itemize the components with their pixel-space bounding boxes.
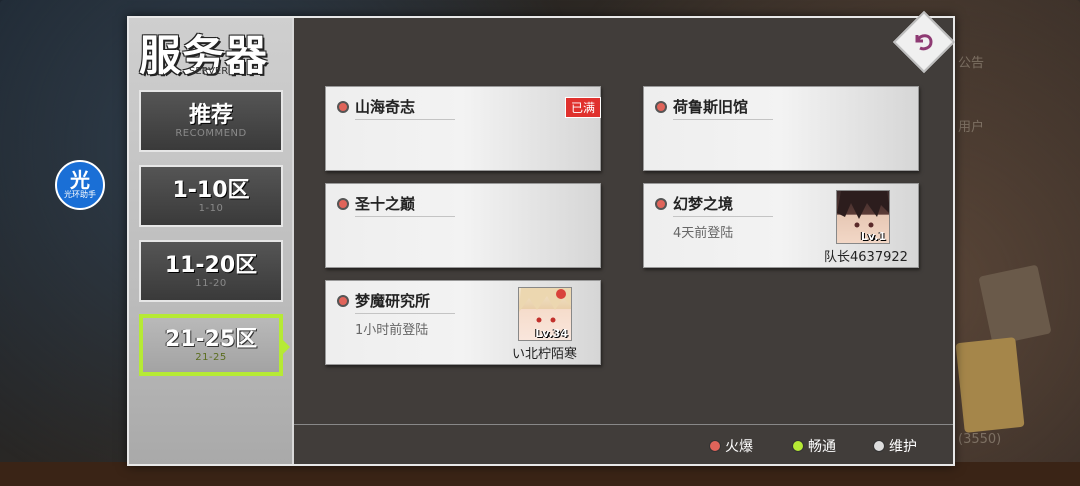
- name-underline: [355, 216, 455, 217]
- server-card-mengmo[interactable]: 梦魔研究所 1小时前登陆 Lv.34 い北柠陌寒: [325, 280, 601, 365]
- assistant-icon-label: 光环助手: [64, 190, 96, 199]
- tab-sublabel: 1-10: [198, 203, 224, 214]
- legend-dot: [792, 440, 804, 452]
- status-dot-hot: [655, 101, 667, 113]
- player-level: Lv.1: [860, 230, 886, 243]
- assistant-float-button[interactable]: 光 光环助手: [55, 160, 105, 210]
- status-dot-hot: [655, 198, 667, 210]
- player-name: 队长4637922: [824, 250, 908, 265]
- active-tab-pointer: [282, 339, 290, 355]
- tab-label: 1-10区: [172, 178, 250, 203]
- legend-label: 火爆: [725, 439, 753, 455]
- tab-zone-21-25[interactable]: 21-25区 21-25: [139, 314, 283, 376]
- name-underline: [355, 313, 455, 314]
- server-card-horus[interactable]: 荷鲁斯旧馆: [643, 86, 919, 171]
- server-name: 圣十之巅: [355, 195, 416, 213]
- server-card-shanhai[interactable]: 山海奇志 已满: [325, 86, 601, 171]
- legend-dot: [709, 440, 721, 452]
- player-name: い北柠陌寒: [512, 347, 578, 362]
- name-underline: [673, 119, 773, 120]
- name-underline: [355, 119, 455, 120]
- last-login-text: 4天前登陆: [673, 226, 734, 241]
- server-sidebar: 服务器 SERVER 推荐 RECOMMEND 1-10区 1-10 11-20…: [129, 18, 294, 464]
- server-name: 梦魔研究所: [355, 292, 431, 310]
- server-card-shengshi[interactable]: 圣十之巅: [325, 183, 601, 268]
- assistant-icon-glyph: 光: [70, 168, 90, 192]
- full-badge: 已满: [564, 97, 601, 118]
- tab-sublabel: 11-20: [195, 278, 227, 289]
- tab-zone-11-20[interactable]: 11-20区 11-20: [139, 240, 283, 302]
- status-dot-hot: [337, 101, 349, 113]
- status-dot-hot: [337, 295, 349, 307]
- background-card: [955, 337, 1025, 433]
- server-card-huanmeng[interactable]: 幻梦之境 4天前登陆 Lv.1 队长4637922: [643, 183, 919, 268]
- user-label: 用户: [958, 120, 985, 135]
- name-underline: [673, 216, 773, 217]
- player-avatar: Lv.1: [836, 190, 890, 244]
- player-avatar: Lv.34: [518, 287, 572, 341]
- tab-label: 11-20区: [164, 253, 258, 278]
- last-login-text: 1小时前登陆: [355, 323, 429, 338]
- notice-label: 公告: [958, 56, 985, 71]
- panel-subtitle: SERVER: [189, 66, 229, 77]
- tab-label: 21-25区: [164, 327, 258, 352]
- tab-label: 推荐: [188, 103, 233, 128]
- server-select-panel: 服务器 SERVER 推荐 RECOMMEND 1-10区 1-10 11-20…: [127, 16, 955, 466]
- legend-label: 畅通: [808, 439, 836, 455]
- tab-sublabel: RECOMMEND: [175, 128, 247, 139]
- status-dot-hot: [337, 198, 349, 210]
- back-button[interactable]: [892, 10, 956, 74]
- legend-label: 维护: [889, 439, 917, 455]
- tab-recommend[interactable]: 推荐 RECOMMEND: [139, 90, 283, 152]
- legend-divider: [294, 424, 953, 425]
- player-level: Lv.34: [535, 327, 568, 340]
- legend-dot: [873, 440, 885, 452]
- legend-smooth: 畅通: [792, 436, 836, 456]
- legend-maintenance: 维护: [873, 436, 917, 456]
- server-name: 山海奇志: [355, 98, 416, 116]
- tab-sublabel: 21-25: [195, 352, 227, 363]
- server-name: 荷鲁斯旧馆: [673, 98, 749, 116]
- legend-hot: 火爆: [709, 436, 753, 456]
- back-arrow-icon: [892, 10, 956, 74]
- version-label: (3550): [958, 432, 1002, 447]
- server-name: 幻梦之境: [673, 195, 734, 213]
- tab-zone-1-10[interactable]: 1-10区 1-10: [139, 165, 283, 227]
